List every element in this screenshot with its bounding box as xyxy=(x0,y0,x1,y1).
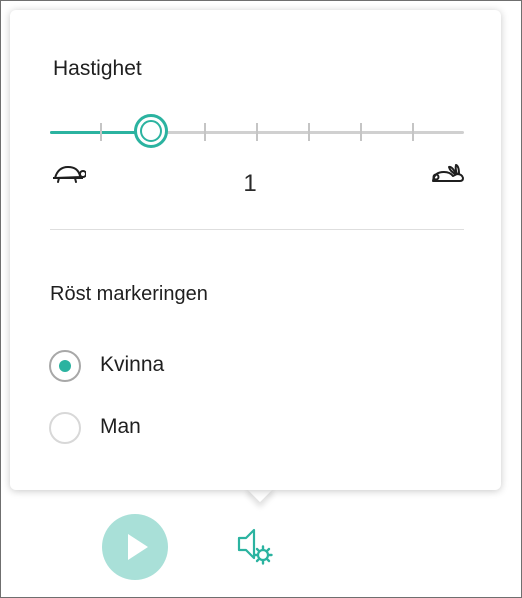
slider-tick xyxy=(100,123,102,141)
slider-tick xyxy=(360,123,362,141)
radio-button-man[interactable] xyxy=(49,412,81,444)
play-button[interactable] xyxy=(102,514,168,580)
play-icon xyxy=(128,534,148,560)
radio-button-kvinna[interactable] xyxy=(49,350,81,382)
section-divider xyxy=(50,229,464,230)
radio-label-kvinna: Kvinna xyxy=(100,353,165,376)
turtle-icon xyxy=(50,163,87,190)
radio-label-man: Man xyxy=(100,415,141,438)
radio-selected-dot xyxy=(59,360,71,372)
speed-value: 1 xyxy=(243,170,257,197)
slider-tick xyxy=(308,123,310,141)
rabbit-icon xyxy=(430,163,466,190)
speed-slider[interactable] xyxy=(50,113,464,149)
voice-settings-popup: Hastighet 1 Röst markeringen Kvinna Man xyxy=(10,10,501,490)
slider-tick xyxy=(204,123,206,141)
voice-settings-button[interactable] xyxy=(234,524,276,568)
slider-thumb[interactable] xyxy=(134,114,168,148)
slider-tick xyxy=(256,123,258,141)
speed-title: Hastighet xyxy=(53,57,142,80)
slider-tick xyxy=(412,123,414,141)
voice-title: Röst markeringen xyxy=(50,283,208,305)
voice-settings-icon xyxy=(237,528,273,565)
